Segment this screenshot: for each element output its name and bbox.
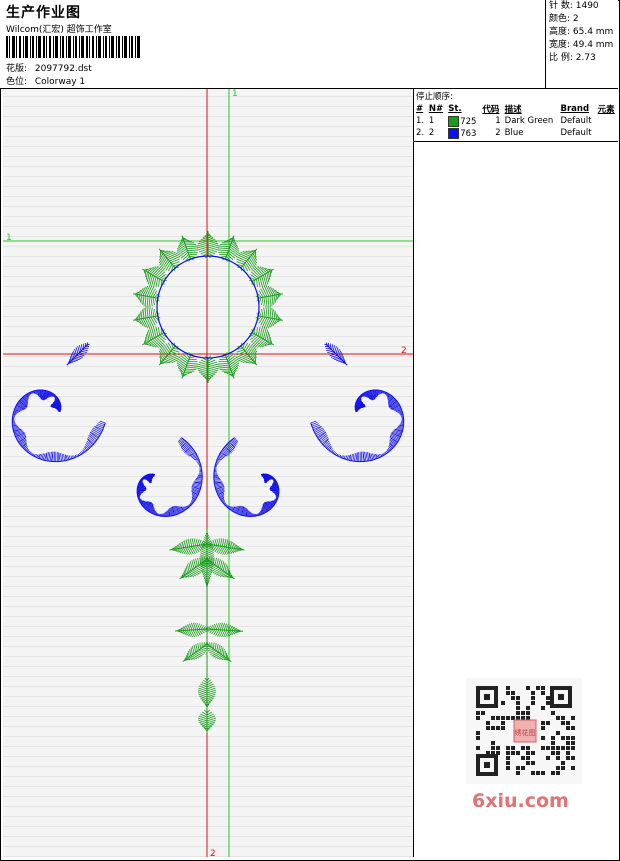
row-brand: Default <box>560 128 592 138</box>
row-st: 763 <box>460 128 477 139</box>
col-code: 代码 <box>482 105 500 115</box>
stem-leaf <box>182 642 209 663</box>
table-row: 1. 1 725 1 Dark Green Default <box>414 115 618 127</box>
stem-leaf <box>169 538 209 555</box>
right-outer-scroll <box>310 389 405 463</box>
stem-leaf <box>175 622 209 637</box>
col-brand: Brand <box>560 104 590 114</box>
flower-leaf <box>196 231 220 259</box>
row-idx: 1. <box>416 116 425 126</box>
row-code: 2 <box>495 128 501 138</box>
red-h-axis-label: 2 <box>401 346 407 356</box>
left-outer-scroll <box>11 389 106 463</box>
stop-sequence-title: 停止顺序: <box>416 92 453 102</box>
row-n: 1 <box>428 116 435 126</box>
qr-stamp-text: 绣花图 <box>515 728 536 737</box>
green-v-axis-label: 1 <box>232 89 238 99</box>
flower-leaf <box>133 306 161 329</box>
watermark-site: 6xiu.com <box>472 790 569 812</box>
barcode <box>6 36 140 58</box>
company-name: Wilcom(汇宏) 超饰工作室 <box>6 25 112 35</box>
flower-leaf <box>133 285 161 308</box>
right-inner-scroll <box>213 437 280 517</box>
stop-sequence-header: 停止顺序: # N# St. 代码 描述 Brand 元素 1. 1 725 1… <box>414 89 618 142</box>
flower-leaf <box>236 248 258 272</box>
row-st: 725 <box>460 116 477 127</box>
qr-code: 绣花图 <box>466 678 582 784</box>
green-h-axis-label: 1 <box>6 233 12 243</box>
row-n: 2 <box>428 128 435 138</box>
flower-leaf <box>158 248 180 272</box>
col-desc: 描述 <box>504 105 522 115</box>
blue-thread-elements <box>11 255 405 517</box>
stem-leaf <box>199 532 215 589</box>
flower-leaf <box>196 355 220 383</box>
embroidery-design: 1 1 2 2 <box>3 89 413 859</box>
green-thread-elements <box>133 231 283 733</box>
stop-table-header-row: # N# St. 代码 描述 Brand 元素 <box>414 103 618 115</box>
stop-sequence-table: # N# St. 代码 描述 Brand 元素 1. 1 725 1 Dark … <box>414 103 618 139</box>
row-idx: 2. <box>416 128 425 138</box>
design-file-line: 花版: 2097792.dst <box>6 61 92 74</box>
stat-colors: 颜色: 2 <box>549 14 579 24</box>
flower-leaf <box>255 285 283 308</box>
stat-stitches: 针 数: 1490 <box>549 1 599 11</box>
stat-height: 高度: 65.4 mm <box>549 27 614 37</box>
stat-width: 宽度: 49.4 mm <box>549 40 614 50</box>
stem-leaf <box>197 677 217 709</box>
stem-leaf <box>197 709 217 733</box>
page-title: 生产作业图 <box>6 5 81 21</box>
design-canvas: 1 1 2 2 <box>3 89 414 859</box>
stat-ratio: 比 例: 2.73 <box>549 53 596 63</box>
col-idx: # <box>416 104 424 114</box>
col-element: 元素 <box>597 105 615 115</box>
design-value: 2097792.dst <box>34 64 92 74</box>
center-circle <box>156 255 260 359</box>
colorway-label: 色位: <box>6 77 28 87</box>
colorway-line: 色位: Colorway 1 <box>6 74 85 87</box>
flower-leaf <box>249 266 275 288</box>
col-n: N# <box>428 104 444 114</box>
row-brand: Default <box>560 116 592 126</box>
row-element <box>596 115 618 127</box>
colorway-value: Colorway 1 <box>34 77 86 87</box>
color-swatch <box>448 127 460 139</box>
stem-leaf <box>205 538 245 555</box>
left-inner-scroll <box>136 437 203 517</box>
stem-leaf <box>205 622 243 638</box>
stats-box: 针 数: 1490 颜色: 2 高度: 65.4 mm 宽度: 49.4 mm … <box>545 0 619 88</box>
design-label: 花版: <box>6 64 28 74</box>
flower-leaf <box>255 306 283 329</box>
table-row: 2. 2 763 2 Blue Default <box>414 127 618 139</box>
row-st-cell: 763 <box>446 127 480 139</box>
row-desc: Dark Green <box>504 116 554 126</box>
row-code: 1 <box>495 116 501 126</box>
flower-leaf <box>141 326 167 348</box>
row-element <box>596 127 618 139</box>
row-st-cell: 725 <box>446 115 480 127</box>
col-st: St. <box>448 104 462 114</box>
worksheet-header: 生产作业图 Wilcom(汇宏) 超饰工作室 花版: 2097792.dst 色… <box>0 0 618 89</box>
color-swatch <box>448 115 460 127</box>
stem-leaf <box>205 642 232 663</box>
row-desc: Blue <box>504 128 524 138</box>
red-v-axis-label: 2 <box>210 849 216 857</box>
